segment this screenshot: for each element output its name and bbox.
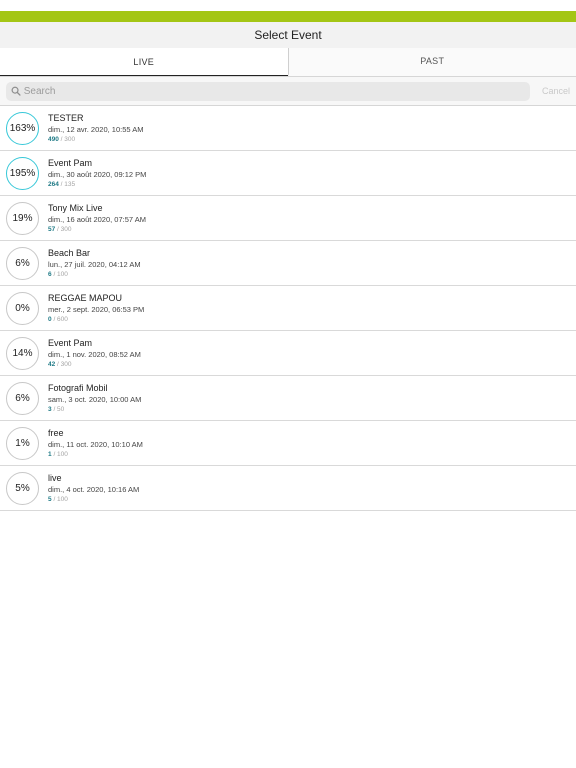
search-input[interactable]: [23, 85, 530, 97]
percent-ring: 19%: [6, 201, 39, 235]
tab-past[interactable]: PAST: [287, 48, 576, 76]
ticket-capacity: / 300: [57, 225, 72, 233]
ticket-count: 3 / 50: [48, 405, 141, 415]
event-name: Tony Mix Live: [48, 202, 103, 213]
ticket-count: 1 / 100: [48, 450, 143, 460]
ticket-capacity: / 100: [53, 495, 68, 503]
ticket-capacity: / 135: [60, 180, 76, 188]
percent-ring: 0%: [6, 291, 39, 325]
ticket-count: 490 / 300: [48, 135, 143, 145]
tickets-sold: 42: [48, 360, 56, 368]
ticket-capacity: / 600: [53, 315, 68, 323]
list-item[interactable]: 14% Event Pam dim., 1 nov. 2020, 08:52 AM 4…: [0, 331, 576, 376]
event-name: Event Pam: [48, 157, 93, 168]
search-icon: [11, 86, 21, 96]
event-date: dim., 12 avr. 2020, 10:55 AM: [48, 124, 144, 134]
list-item[interactable]: 5% live dim., 4 oct. 2020, 10:16 AM 5 / 100: [0, 466, 576, 511]
segmented-tabs: LIVE PAST: [0, 48, 576, 77]
percent-ring: 163%: [6, 111, 39, 145]
ticket-capacity: / 300: [57, 360, 72, 368]
event-name: REGGAE MAPOU: [48, 292, 123, 303]
tab-past-label: PAST: [420, 56, 445, 66]
list-item[interactable]: 195% Event Pam dim., 30 août 2020, 09:12 P…: [0, 151, 576, 196]
search-field[interactable]: [6, 81, 530, 101]
tickets-sold: 5: [48, 495, 52, 503]
tickets-sold: 6: [48, 270, 52, 278]
event-info: REGGAE MAPOU mer., 2 sept. 2020, 06:53 PM…: [48, 292, 144, 325]
event-info: Tony Mix Live dim., 16 août 2020, 07:57 A…: [48, 202, 146, 235]
percent-ring: 6%: [6, 246, 39, 280]
ticket-capacity: / 300: [60, 135, 76, 143]
event-date: dim., 11 oct. 2020, 10:10 AM: [48, 439, 143, 449]
percent-ring: 195%: [6, 156, 39, 190]
event-info: Fotografi Mobil sam., 3 oct. 2020, 10:00 …: [48, 382, 141, 415]
event-name: Event Pam: [48, 337, 93, 348]
nav-bar: Select Event: [0, 22, 576, 48]
percent-ring: 5%: [6, 471, 39, 505]
event-date: dim., 1 nov. 2020, 08:52 AM: [48, 349, 141, 359]
tickets-sold: 490: [48, 135, 59, 143]
list-item[interactable]: 6% Fotografi Mobil sam., 3 oct. 2020, 10:0…: [0, 376, 576, 421]
tickets-sold: 264: [48, 180, 59, 188]
list-item[interactable]: 163% TESTER dim., 12 avr. 2020, 10:55 AM 49…: [0, 106, 576, 151]
event-info: Event Pam dim., 30 août 2020, 09:12 PM 264…: [48, 157, 146, 190]
event-date: mer., 2 sept. 2020, 06:53 PM: [48, 304, 145, 314]
ticket-count: 6 / 100: [48, 270, 141, 280]
event-date: dim., 30 août 2020, 09:12 PM: [48, 169, 147, 179]
event-date: dim., 4 oct. 2020, 10:16 AM: [48, 484, 140, 494]
ticket-capacity: / 50: [53, 405, 65, 413]
event-date: dim., 16 août 2020, 07:57 AM: [48, 214, 146, 224]
tab-live-label: LIVE: [133, 56, 155, 67]
event-info: Event Pam dim., 1 nov. 2020, 08:52 AM 42 /…: [48, 337, 141, 370]
page-title: Select Event: [254, 28, 322, 42]
ticket-capacity: / 100: [53, 270, 68, 278]
ticket-count: 0 / 600: [48, 315, 144, 325]
list-item[interactable]: 0% REGGAE MAPOU mer., 2 sept. 2020, 06:53 …: [0, 286, 576, 331]
event-info: TESTER dim., 12 avr. 2020, 10:55 AM 490 / …: [48, 112, 143, 145]
ticket-capacity: / 100: [53, 450, 68, 458]
tickets-sold: 3: [48, 405, 52, 413]
percent-ring: 6%: [6, 381, 39, 415]
event-date: lun., 27 juil. 2020, 04:12 AM: [48, 259, 141, 269]
event-info: live dim., 4 oct. 2020, 10:16 AM 5 / 100: [48, 472, 139, 505]
event-list: 163% TESTER dim., 12 avr. 2020, 10:55 AM 49…: [0, 106, 576, 511]
event-info: Beach Bar lun., 27 juil. 2020, 04:12 AM 6 …: [48, 247, 141, 280]
percent-ring: 1%: [6, 426, 39, 460]
event-name: free: [48, 427, 64, 438]
accent-bar: [0, 11, 576, 22]
event-name: live: [48, 472, 62, 483]
event-name: Beach Bar: [48, 247, 91, 258]
cancel-button[interactable]: Cancel: [534, 86, 570, 96]
search-bar: Cancel: [0, 77, 576, 106]
list-item[interactable]: 1% free dim., 11 oct. 2020, 10:10 AM 1 / 10…: [0, 421, 576, 466]
list-item[interactable]: 6% Beach Bar lun., 27 juil. 2020, 04:12 AM…: [0, 241, 576, 286]
tickets-sold: 57: [48, 225, 56, 233]
tickets-sold: 0: [48, 315, 52, 323]
list-item[interactable]: 19% Tony Mix Live dim., 16 août 2020, 07:5…: [0, 196, 576, 241]
event-info: free dim., 11 oct. 2020, 10:10 AM 1 / 100: [48, 427, 143, 460]
tickets-sold: 1: [48, 450, 52, 458]
status-bar: [0, 0, 576, 11]
event-name: TESTER: [48, 112, 84, 123]
ticket-count: 42 / 300: [48, 360, 141, 370]
tab-live[interactable]: LIVE: [0, 48, 288, 76]
percent-ring: 14%: [6, 336, 39, 370]
ticket-count: 57 / 300: [48, 225, 146, 235]
event-date: sam., 3 oct. 2020, 10:00 AM: [48, 394, 142, 404]
ticket-count: 5 / 100: [48, 495, 139, 505]
ticket-count: 264 / 135: [48, 180, 146, 190]
event-name: Fotografi Mobil: [48, 382, 108, 393]
